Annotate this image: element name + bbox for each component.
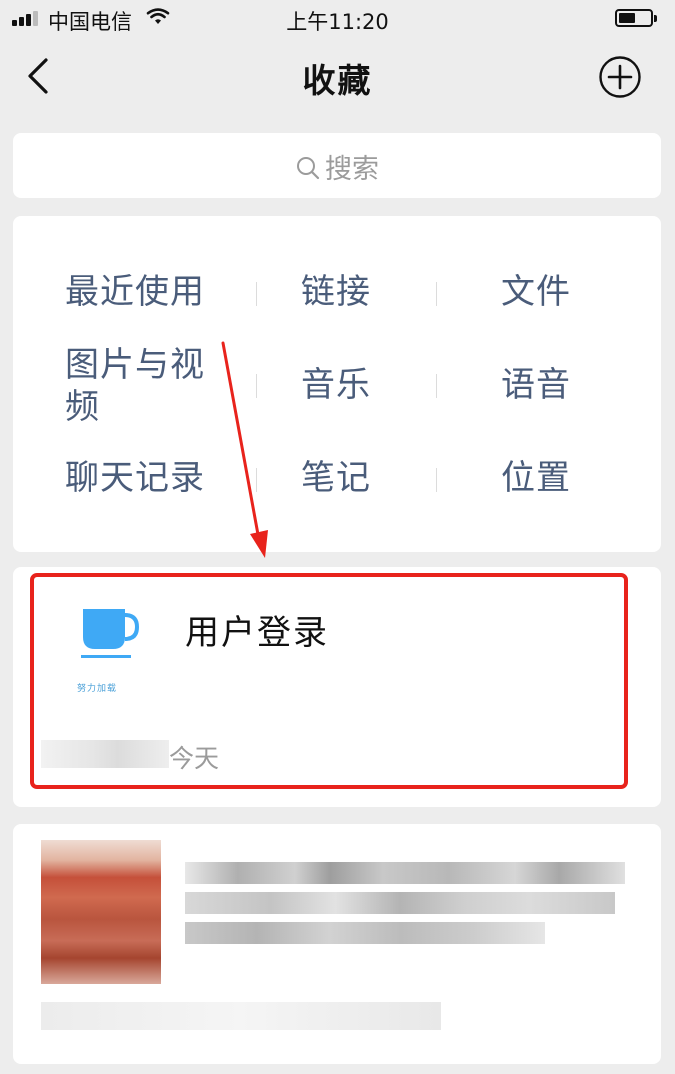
search-placeholder: 搜索 [325,154,379,185]
category-links[interactable]: 链接 [301,271,371,313]
battery-icon [615,9,657,27]
status-bar: 中国电信 上午11:20 [0,0,675,40]
divider [436,374,437,398]
favorite-item-blurred[interactable] [13,824,661,1064]
search-icon [297,157,320,180]
category-recent[interactable]: 最近使用 [65,271,205,313]
search-bar[interactable]: 搜索 [13,133,661,198]
category-files[interactable]: 文件 [501,271,571,313]
category-music[interactable]: 音乐 [301,364,371,406]
blurred-footer [41,1002,441,1030]
blurred-text [185,862,625,972]
search-input[interactable]: 搜索 [13,147,661,186]
category-chat-history[interactable]: 聊天记录 [65,457,205,499]
divider [256,374,257,398]
add-circle-icon[interactable] [598,55,642,99]
category-notes[interactable]: 笔记 [301,457,371,499]
divider [436,468,437,492]
category-grid: 最近使用 链接 文件 图片与视频 音乐 语音 聊天记录 笔记 位置 [13,216,661,552]
page-title: 收藏 [302,61,373,100]
category-voice[interactable]: 语音 [501,364,571,406]
divider [436,282,437,306]
category-photos-videos[interactable]: 图片与视频 [65,344,215,428]
category-location[interactable]: 位置 [501,457,571,499]
nav-bar: 收藏 [0,40,675,120]
status-time: 上午11:20 [286,10,389,34]
highlight-box [30,573,628,789]
divider [256,468,257,492]
blurred-thumbnail [41,840,161,984]
divider [256,282,257,306]
